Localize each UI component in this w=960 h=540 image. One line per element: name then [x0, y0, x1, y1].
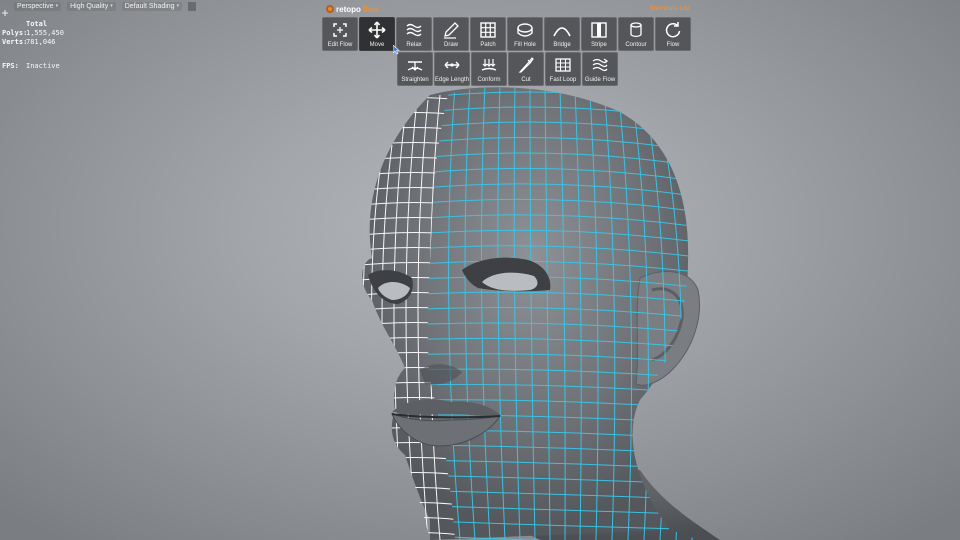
tool-label: Fast Loop — [549, 77, 577, 83]
tool-straighten[interactable]: Straighten — [397, 52, 433, 86]
tool-label: Move — [369, 42, 385, 48]
shading-menu[interactable]: Default Shading ▾ — [121, 1, 183, 11]
viewport-header: Perspective ▾ High Quality ▾ Default Shadi… — [0, 0, 197, 16]
tool-fill-hole[interactable]: Fill Hole — [507, 17, 543, 51]
tool-label: Conform — [477, 77, 501, 83]
view-menu-label: Perspective — [17, 2, 54, 10]
stripe-icon — [591, 22, 607, 38]
menu-expand-icon[interactable] — [188, 1, 197, 11]
panel-header[interactable]: retopo flow Shortcuts List — [322, 2, 694, 16]
fps-label: FPS: — [2, 62, 19, 70]
tool-label: Relax — [406, 42, 422, 48]
tool-flow[interactable]: Flow — [655, 17, 691, 51]
conform-icon — [481, 59, 497, 71]
shortcuts-link[interactable]: Shortcuts List — [650, 6, 690, 12]
edit-flow-icon — [333, 23, 347, 37]
fill-hole-icon — [517, 23, 533, 37]
verts-row: Verts: 781,046 — [2, 38, 64, 47]
edge-length-icon — [444, 61, 460, 69]
tool-label: Draw — [443, 42, 458, 48]
fps-row: FPS: Inactive — [2, 62, 64, 71]
straighten-icon — [407, 61, 423, 71]
tool-label: Edge Length — [434, 77, 470, 83]
verts-value: 781,046 — [26, 38, 56, 46]
chevron-down-icon: ▾ — [176, 3, 180, 9]
guide-flow-icon — [592, 58, 609, 72]
relax-icon — [406, 23, 422, 37]
logo-text-b: flow — [362, 4, 379, 14]
bridge-icon — [553, 27, 571, 37]
fps-value: Inactive — [26, 62, 60, 70]
move-icon — [368, 21, 386, 39]
tool-fast-loop[interactable]: Fast Loop — [545, 52, 581, 86]
tool-label: Flow — [666, 42, 680, 48]
tool-label: Bridge — [553, 42, 571, 48]
tool-label: Edit Flow — [327, 42, 353, 48]
cut-icon — [518, 57, 534, 73]
view-menu[interactable]: Perspective ▾ — [14, 1, 62, 11]
mouse-cursor-icon — [393, 45, 400, 55]
stats-header: Total — [26, 20, 48, 28]
tool-contour[interactable]: Contour — [618, 17, 654, 51]
tool-cut[interactable]: Cut — [508, 52, 544, 86]
tool-guide-flow[interactable]: Guide Flow — [582, 52, 618, 86]
tools-row-2: Straighten Edge Length Conform Cut Fast … — [397, 52, 694, 86]
quality-menu[interactable]: High Quality ▾ — [67, 1, 116, 11]
chevron-down-icon: ▾ — [110, 3, 113, 9]
polys-label: Polys: — [2, 29, 28, 37]
tool-label: Patch — [480, 42, 496, 48]
retopoflow-logo: retopo flow — [326, 5, 379, 14]
pin-icon[interactable] — [2, 3, 8, 16]
tool-edge-length[interactable]: Edge Length — [434, 52, 470, 86]
draw-icon — [444, 22, 459, 39]
tool-patch[interactable]: Patch — [470, 17, 506, 51]
tool-stripe[interactable]: Stripe — [581, 17, 617, 51]
tool-label: Cut — [521, 77, 531, 83]
tool-conform[interactable]: Conform — [471, 52, 507, 86]
tool-label: Guide Flow — [584, 77, 616, 83]
polys-row: Polys: 1,555,450 — [2, 29, 64, 38]
flow-icon — [665, 22, 681, 38]
fast-loop-icon — [555, 58, 571, 72]
patch-icon — [480, 22, 496, 38]
stats-hud: Total Polys: 1,555,450 Verts: 781,046 FPS:… — [2, 20, 64, 71]
tool-relax[interactable]: Relax — [396, 17, 432, 51]
tool-label: Contour — [625, 42, 647, 48]
tool-draw[interactable]: Draw — [433, 17, 469, 51]
tool-move[interactable]: Move — [359, 17, 395, 51]
tool-label: Stripe — [591, 42, 607, 48]
tool-label: Fill Hole — [514, 42, 536, 48]
logo-text-a: retopo — [336, 4, 361, 14]
quality-menu-label: High Quality — [70, 2, 109, 10]
chevron-down-icon: ▾ — [55, 3, 59, 9]
contour-icon — [630, 22, 642, 38]
retopoflow-panel[interactable]: retopo flow Shortcuts List Edit Flow Move… — [322, 2, 694, 86]
tool-bridge[interactable]: Bridge — [544, 17, 580, 51]
tool-edit-flow[interactable]: Edit Flow — [322, 17, 358, 51]
shading-menu-label: Default Shading — [124, 2, 175, 10]
tools-row-1: Edit Flow Move Relax Draw Patch Fill Hol… — [322, 17, 694, 51]
logo-icon — [326, 5, 334, 13]
verts-label: Verts: — [2, 38, 28, 46]
tool-label: Straighten — [401, 77, 429, 83]
polys-value: 1,555,450 — [26, 29, 64, 37]
